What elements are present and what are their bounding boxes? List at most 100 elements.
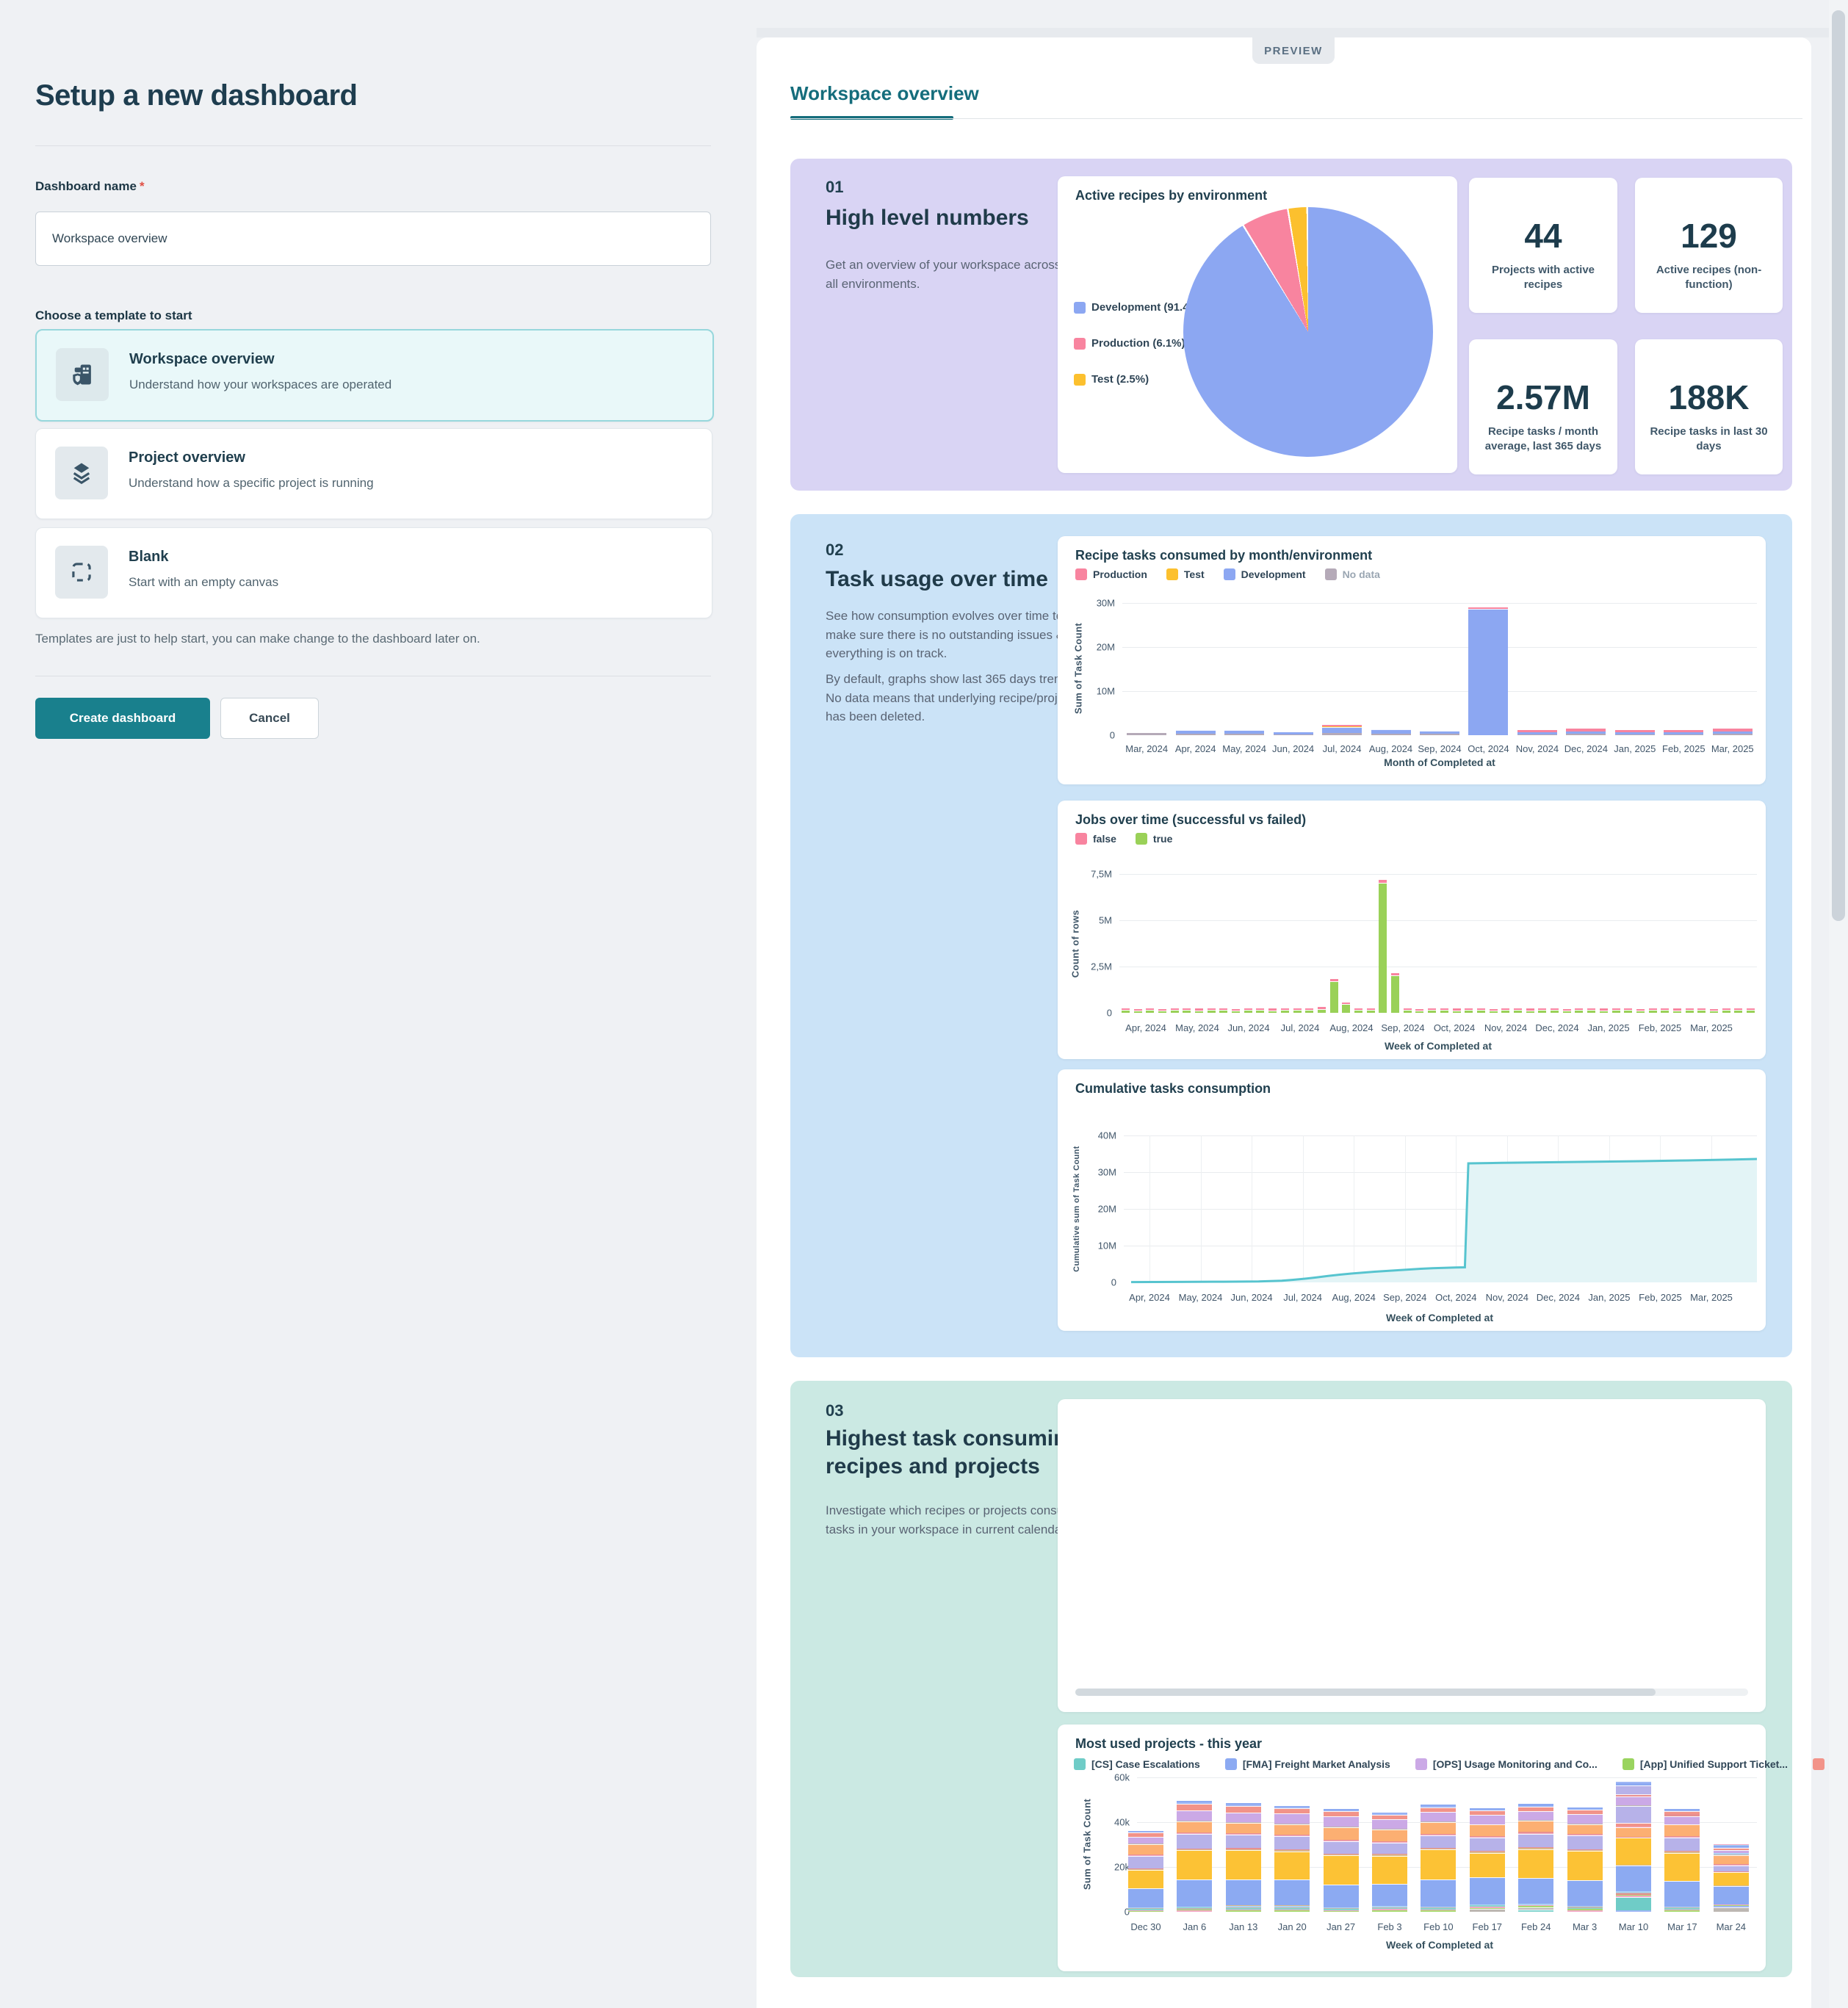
template-card-project-overview[interactable]: Project overview Understand how a specif… [35, 428, 712, 519]
legend-swatch [1623, 1758, 1634, 1770]
stacked-bar [1615, 730, 1655, 735]
legend-swatch [1074, 338, 1086, 350]
create-dashboard-button[interactable]: Create dashboard [35, 698, 210, 739]
stacked-bar [1281, 1008, 1289, 1013]
legend-swatch [1415, 1758, 1427, 1770]
bar-segment [1128, 1844, 1163, 1854]
pie-chart-card: Active recipes by environment Developmen… [1058, 176, 1457, 473]
bar-segment [1372, 1884, 1407, 1907]
stacked-bar [1566, 729, 1606, 735]
legend-label: [FMA] Freight Market Analysis [1243, 1758, 1390, 1770]
chart-legend: ProductionTestDevelopmentNo data [1075, 568, 1380, 580]
bar-segment [1616, 1827, 1651, 1836]
bar-segment [1616, 1897, 1651, 1910]
bar-segment [1714, 1872, 1749, 1885]
bar-segment [1176, 734, 1216, 735]
bar-segment [1714, 1886, 1749, 1904]
x-tick-label: Feb, 2025 [1662, 743, 1706, 754]
x-tick-label: Aug, 2024 [1329, 1022, 1373, 1033]
stacked-bar [1624, 1008, 1632, 1013]
choose-template-label: Choose a template to start [35, 308, 192, 323]
stacked-bar [1453, 1008, 1461, 1013]
bar-segment [1518, 1878, 1553, 1904]
bar-segment [1421, 1835, 1456, 1848]
monthly-tasks-chart-card: Recipe tasks consumed by month/environme… [1058, 536, 1766, 784]
bar-segment [1518, 1811, 1553, 1820]
bar-segment-true [1244, 1011, 1252, 1013]
bar-segment-true [1697, 1011, 1706, 1013]
stat-card-active-recipes: 129 Active recipes (non-function) [1635, 178, 1783, 313]
stacked-bar [1661, 1008, 1669, 1013]
bar-segment [1470, 1815, 1505, 1824]
bar-segment-true [1551, 1011, 1559, 1013]
bar-segment [1226, 1850, 1261, 1879]
legend-swatch [1224, 568, 1235, 580]
bar-segment-true [1587, 1011, 1595, 1013]
bar-segment-true [1501, 1011, 1509, 1013]
stacked-bar [1232, 1009, 1240, 1013]
x-tick-label: Oct, 2024 [1434, 1022, 1475, 1033]
x-tick-label: Apr, 2024 [1175, 743, 1216, 754]
divider [35, 145, 711, 146]
stacked-bar [1567, 1807, 1603, 1912]
bar-segment-true [1354, 1011, 1362, 1013]
bar-segment-true [1649, 1011, 1657, 1013]
bar-segment-true [1171, 1011, 1179, 1013]
y-tick-label: 60k [1086, 1772, 1130, 1783]
legend-label: [CS] Case Escalations [1091, 1758, 1200, 1770]
blank-frame-icon [55, 546, 108, 599]
dashboard-name-input[interactable] [35, 212, 711, 266]
stacked-bar [1477, 1008, 1485, 1013]
template-card-blank[interactable]: Blank Start with an empty canvas [35, 527, 712, 618]
bar-segment [1177, 1821, 1212, 1832]
bar-segment [1616, 1866, 1651, 1891]
stacked-bar [1722, 1008, 1730, 1013]
stacked-bar [1171, 1008, 1179, 1013]
section-number: 02 [826, 541, 843, 560]
cancel-button[interactable]: Cancel [220, 698, 319, 739]
bar-segment [1324, 1855, 1359, 1885]
x-tick-label: Mar 24 [1717, 1921, 1746, 1932]
stacked-bar [1673, 1008, 1681, 1013]
legend-swatch [1075, 568, 1087, 580]
stacked-bar [1616, 1782, 1651, 1912]
bar-segment-true [1367, 1011, 1375, 1013]
legend-swatch [1166, 568, 1178, 580]
bar-segment [1128, 1837, 1163, 1843]
y-axis-label: Cumulative sum of Task Count [1072, 1146, 1081, 1272]
tab-workspace-overview[interactable]: Workspace overview [790, 82, 979, 105]
x-tick-label: Nov, 2024 [1516, 743, 1559, 754]
bar-segment-true [1612, 1011, 1620, 1013]
x-tick-label: Oct, 2024 [1468, 743, 1509, 754]
template-card-workspace-overview[interactable]: Workspace overview Understand how your w… [35, 329, 714, 422]
bar-segment [1566, 734, 1606, 735]
bar-segment-true [1600, 1011, 1608, 1013]
stacked-bar [1734, 1008, 1742, 1013]
preview-top-strip [757, 28, 1848, 37]
template-desc: Understand how a specific project is run… [129, 476, 374, 491]
bar-segment [1177, 1910, 1212, 1912]
bar-segment [1177, 1834, 1212, 1849]
bar-segment [1324, 1885, 1359, 1907]
bar-segment [1372, 1843, 1407, 1854]
stacked-bar [1575, 1008, 1583, 1013]
bar-segment [1324, 1827, 1359, 1840]
bar-segment [1224, 734, 1264, 735]
x-axis-label: Week of Completed at [1386, 1312, 1493, 1323]
bar-segment [1470, 1824, 1505, 1835]
x-tick-label: Mar, 2024 [1125, 743, 1168, 754]
bar-segment-true [1330, 982, 1338, 1013]
stacked-bar [1293, 1008, 1302, 1013]
stat-value: 2.57M [1496, 378, 1590, 417]
section-desc: See how consumption evolves over time to… [826, 607, 1083, 663]
legend-item: Test [1166, 568, 1205, 580]
bar-segment [1274, 1824, 1310, 1835]
bar-segment-true [1305, 1011, 1313, 1013]
bar-segment-true [1404, 1011, 1412, 1013]
bar-segment [1274, 1808, 1310, 1814]
vertical-scrollbar-thumb[interactable] [1832, 10, 1845, 921]
table-hscroll-thumb[interactable] [1075, 1689, 1656, 1696]
stat-label: Recipe tasks in last 30 days [1643, 425, 1775, 455]
bar-segment-true [1256, 1011, 1264, 1013]
bar-segment [1713, 734, 1753, 735]
